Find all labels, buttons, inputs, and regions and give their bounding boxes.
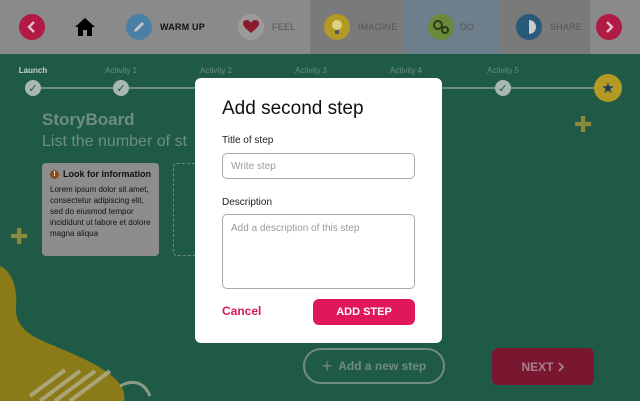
description-label: Description bbox=[222, 197, 273, 208]
cancel-button[interactable]: Cancel bbox=[222, 304, 261, 318]
modal-title: Add second step bbox=[222, 98, 364, 119]
add-step-button[interactable]: ADD STEP bbox=[313, 299, 415, 325]
add-step-modal: Add second step Title of step Descriptio… bbox=[195, 78, 442, 343]
modal-actions: Cancel ADD STEP bbox=[222, 299, 415, 325]
title-of-step-label: Title of step bbox=[222, 135, 274, 146]
step-description-textarea[interactable] bbox=[222, 214, 415, 289]
step-title-input[interactable] bbox=[222, 153, 415, 179]
